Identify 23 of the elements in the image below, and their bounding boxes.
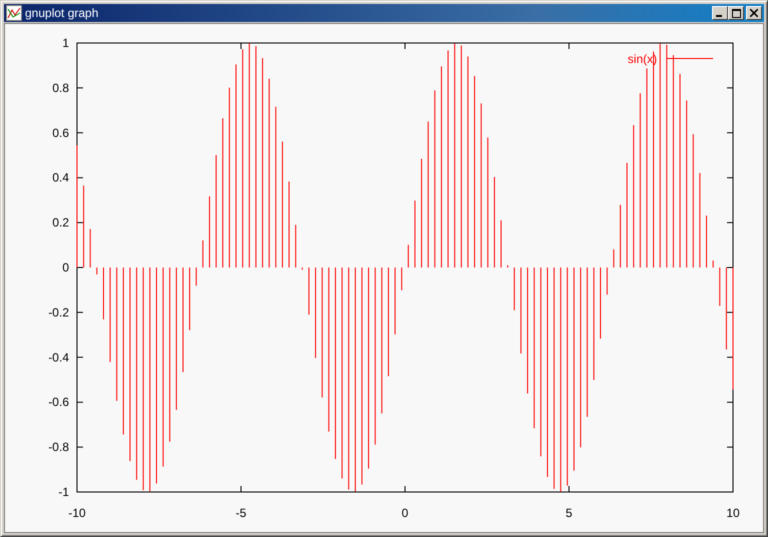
maximize-icon bbox=[732, 8, 740, 18]
tick-label: 0.2 bbox=[52, 216, 69, 230]
tick-label: 10 bbox=[726, 506, 740, 520]
tick-label: -10 bbox=[68, 506, 86, 520]
minimize-button[interactable] bbox=[712, 6, 728, 20]
tick-label: 0.6 bbox=[52, 126, 69, 140]
tick-label: -1 bbox=[58, 485, 69, 499]
tick-label: -0.6 bbox=[48, 395, 69, 410]
window-title: gnuplot graph bbox=[25, 6, 98, 20]
tick-label: 0 bbox=[402, 506, 408, 520]
tick-label: 5 bbox=[566, 506, 572, 520]
tick-label: 0 bbox=[62, 260, 69, 274]
tick-label: 1 bbox=[62, 36, 69, 50]
tick-label: 0.4 bbox=[52, 170, 69, 185]
tick-label: -0.2 bbox=[48, 305, 69, 320]
tick-label: -0.4 bbox=[48, 350, 69, 364]
close-button[interactable] bbox=[746, 6, 762, 20]
graph-icon bbox=[6, 5, 22, 21]
tick-label: -0.8 bbox=[48, 440, 69, 454]
close-icon bbox=[750, 9, 758, 17]
maximize-button[interactable] bbox=[728, 6, 744, 20]
tick-label: -5 bbox=[236, 506, 246, 520]
tick-label: 0.8 bbox=[52, 80, 69, 95]
